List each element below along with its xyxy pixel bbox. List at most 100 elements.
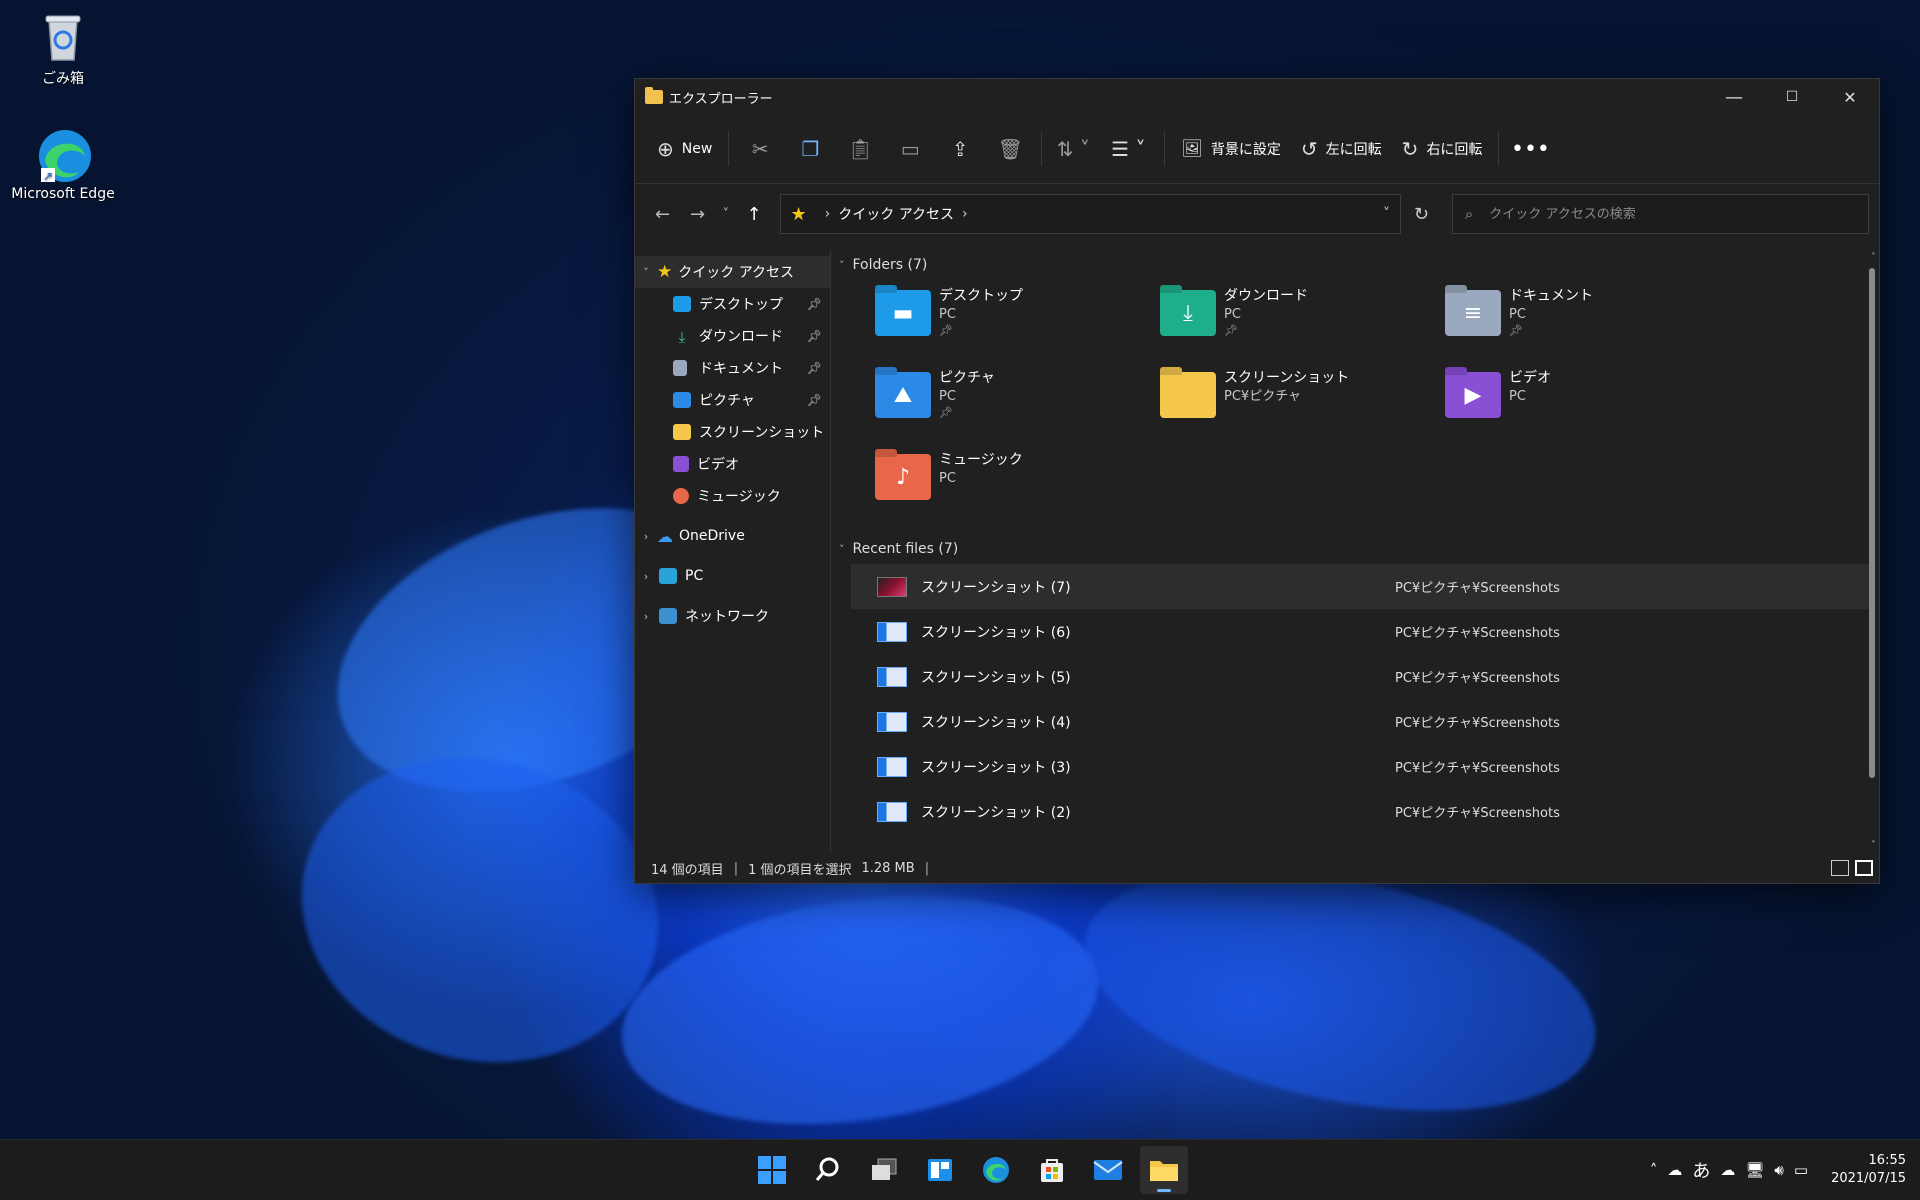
store-button[interactable] [1028,1146,1076,1194]
folder-tile[interactable]: ▶ ビデオ PC [1445,362,1730,444]
ime-indicator[interactable]: あ [1692,1157,1710,1183]
copy-button[interactable]: ❐ [785,129,835,169]
chevron-right-icon[interactable]: › [635,530,657,543]
cloud-icon[interactable]: ☁ [1667,1161,1682,1179]
image-file-icon [877,756,907,777]
search-input[interactable] [1487,205,1852,223]
address-bar[interactable]: ★ › クイック アクセス › ˅ [779,194,1401,234]
tiles-view-button[interactable] [1855,860,1873,876]
search-box[interactable]: ⌕ [1451,194,1869,234]
sidebar-item-documents[interactable]: ドキュメント 📌︎ [635,352,830,384]
rotate-left-button[interactable]: ↺ 左に回転 [1291,129,1392,169]
recent-locations-button[interactable]: ˅ [715,207,736,222]
sidebar-item-pc[interactable]: › PC [635,560,830,592]
sidebar-item-network[interactable]: › ネットワーク [635,600,830,632]
set-background-label: 背景に設定 [1210,142,1281,158]
sort-button[interactable]: ⇅ ˅ [1048,129,1098,169]
maximize-button[interactable]: ☐ [1763,79,1821,115]
recent-file-row[interactable]: スクリーンショット (7) PC¥ピクチャ¥Screenshots [851,564,1871,609]
scroll-down-icon[interactable]: ˅ [1871,840,1876,851]
folder-icon [673,424,691,440]
folder-name: ダウンロード [1224,288,1308,304]
image-icon: 🖼︎ [1181,139,1203,159]
back-button[interactable]: ← [645,204,680,225]
close-button[interactable]: ✕ [1821,79,1879,115]
rotate-right-icon: ↻ [1401,137,1419,161]
group-header-label: Recent files (7) [852,541,959,557]
sidebar-item-onedrive[interactable]: › ☁ OneDrive [635,520,830,552]
scroll-up-icon[interactable]: ˄ [1871,252,1876,263]
forward-button[interactable]: → [680,204,715,225]
delete-button[interactable]: 🗑︎ [985,129,1035,169]
refresh-icon: ↻ [1413,203,1429,225]
folder-tile[interactable]: ⛰ ピクチャ PC 📌︎ [875,362,1160,444]
folder-tile[interactable]: スクリーンショット PC¥ピクチャ [1160,362,1445,444]
task-view-icon [872,1158,897,1180]
folder-tile[interactable]: ♪ ミュージック PC [875,444,1160,526]
network-icon[interactable]: 🖥︎ [1745,1161,1764,1179]
view-button[interactable]: ☰ ˅ [1098,129,1158,169]
chevron-down-icon[interactable]: ˅ [635,266,657,279]
up-button[interactable]: ↑ [736,204,771,225]
sidebar-item-pictures[interactable]: ピクチャ 📌︎ [635,384,830,416]
document-icon [673,360,687,376]
recent-file-row[interactable]: スクリーンショット (5) PC¥ピクチャ¥Screenshots [851,654,1871,699]
sidebar-item-screenshots[interactable]: スクリーンショット [635,416,830,448]
widgets-button[interactable] [916,1146,964,1194]
recent-file-row[interactable]: スクリーンショット (2) PC¥ピクチャ¥Screenshots [851,789,1871,834]
recent-file-location: PC¥ピクチャ¥Screenshots [1395,626,1560,641]
share-button[interactable]: ⇪ [935,129,985,169]
recent-file-row[interactable]: スクリーンショット (6) PC¥ピクチャ¥Screenshots [851,609,1871,654]
item-count: 14 個の項目 [651,862,724,878]
refresh-button[interactable]: ↻ [1401,204,1442,225]
sidebar-item-quick-access[interactable]: ˅ ★ クイック アクセス [635,256,830,288]
sidebar-item-downloads[interactable]: ⤓ ダウンロード 📌︎ [635,320,830,352]
folder-path: PC¥ピクチャ [1224,389,1302,404]
volume-icon[interactable]: 🔊︎ [1774,1161,1783,1179]
folder-tile[interactable]: ▬ デスクトップ PC 📌︎ [875,280,1160,362]
breadcrumb-separator: › [824,206,831,222]
title-bar[interactable]: エクスプローラー — ☐ ✕ [635,79,1879,115]
folder-tile[interactable]: ≡ ドキュメント PC 📌︎ [1445,280,1730,362]
set-background-button[interactable]: 🖼︎ 背景に設定 [1171,129,1291,169]
task-view-button[interactable] [860,1146,908,1194]
rename-button[interactable]: ▭ [885,129,935,169]
onedrive-icon[interactable]: ☁ [1720,1161,1735,1179]
mail-button[interactable] [1084,1146,1132,1194]
desktop-icon-recycle-bin[interactable]: ごみ箱 [8,8,118,88]
vertical-scrollbar[interactable]: ˄ ˅ [1861,250,1879,853]
edge-taskbar-button[interactable] [972,1146,1020,1194]
file-explorer-taskbar-button[interactable] [1140,1146,1188,1194]
folder-tile[interactable]: ⤓ ダウンロード PC 📌︎ [1160,280,1445,362]
scrollbar-thumb[interactable] [1869,268,1875,778]
cut-button[interactable]: ✂ [735,129,785,169]
start-button[interactable] [748,1146,796,1194]
clock[interactable]: 16:55 2021/07/15 [1831,1152,1906,1188]
folder-path: PC [1509,389,1526,404]
chevron-up-icon[interactable]: ˄ [1650,1161,1658,1179]
image-file-icon [877,621,907,642]
minimize-button[interactable]: — [1705,79,1763,115]
desktop-icon-edge[interactable]: ↗ Microsoft Edge [8,126,118,202]
rotate-right-button[interactable]: ↻ 右に回転 [1392,129,1493,169]
chevron-right-icon[interactable]: › [635,610,657,623]
search-button[interactable] [804,1146,852,1194]
more-options-button[interactable]: ••• [1505,129,1555,169]
paste-button[interactable]: 📋︎ [835,129,885,169]
image-file-icon [877,801,907,822]
breadcrumb-quick-access[interactable]: クイック アクセス [838,204,954,224]
sidebar-item-videos[interactable]: ビデオ [635,448,830,480]
recent-group-header[interactable]: ˅ Recent files (7) [839,534,1879,564]
folders-group-header[interactable]: ˅ Folders (7) [839,250,1879,280]
battery-icon[interactable]: ▭ [1794,1161,1808,1179]
pin-icon: 📌︎ [806,329,822,343]
recent-file-row[interactable]: スクリーンショット (4) PC¥ピクチャ¥Screenshots [851,699,1871,744]
chevron-right-icon[interactable]: › [635,570,657,583]
sidebar-item-music[interactable]: ミュージック [635,480,830,512]
mail-icon [1093,1160,1123,1180]
address-dropdown-icon[interactable]: ˅ [1383,206,1390,222]
details-view-button[interactable] [1831,860,1849,876]
sidebar-item-desktop[interactable]: デスクトップ 📌︎ [635,288,830,320]
recent-file-row[interactable]: スクリーンショット (3) PC¥ピクチャ¥Screenshots [851,744,1871,789]
new-button[interactable]: ⊕ New [647,129,722,169]
